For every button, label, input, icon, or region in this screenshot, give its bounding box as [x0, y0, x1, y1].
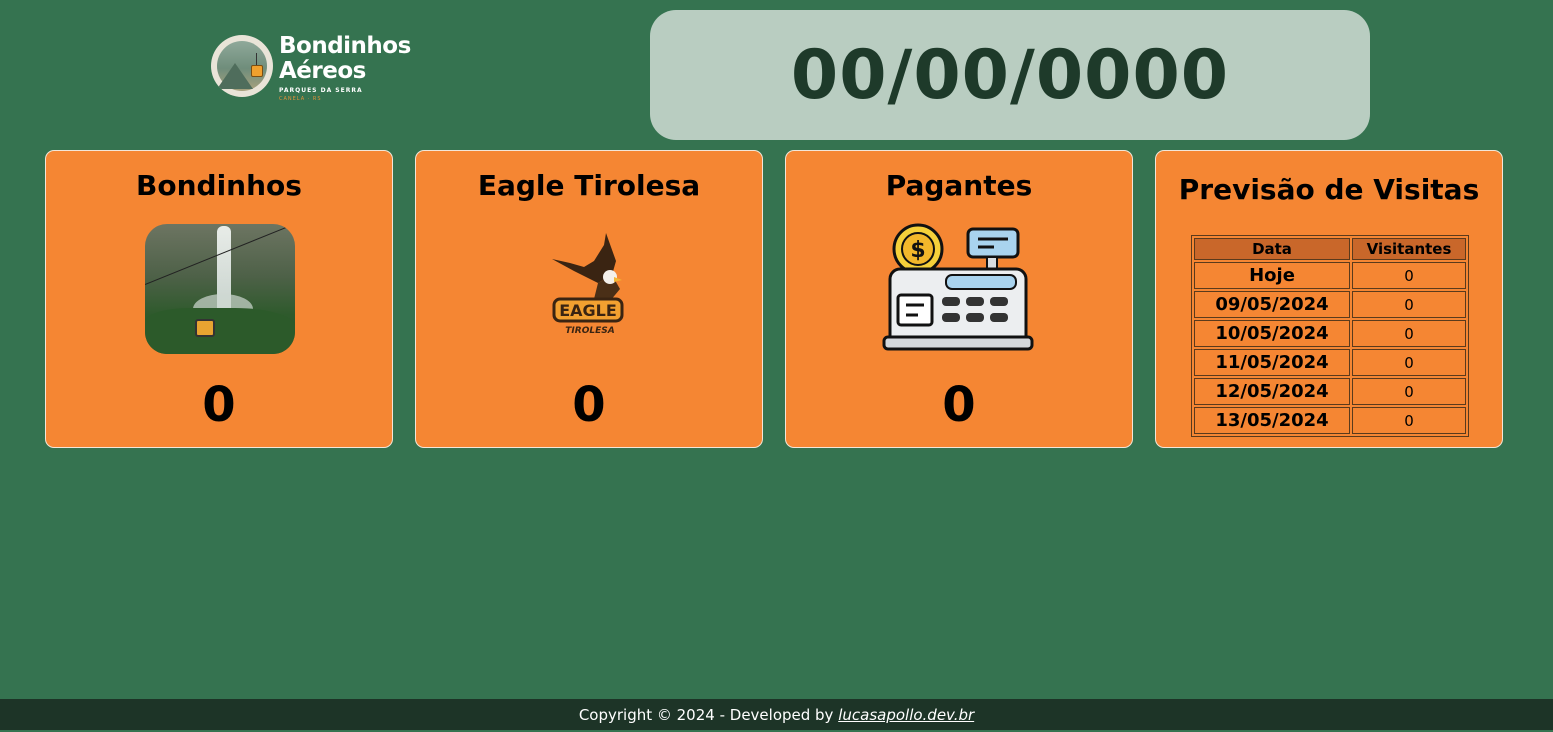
eagle-tirolesa-logo-icon: EAGLE TIROLESA — [552, 233, 624, 336]
row-visitors: 0 — [1352, 378, 1466, 405]
table-row: 12/05/2024 0 — [1194, 378, 1466, 405]
row-visitors: 0 — [1352, 407, 1466, 434]
logo-text-line1: Bondinhos — [279, 33, 411, 59]
svg-text:$: $ — [910, 238, 925, 263]
row-visitors: 0 — [1352, 320, 1466, 347]
svg-text:EAGLE: EAGLE — [559, 301, 617, 320]
footer-developer-link[interactable]: lucasapollo.dev.br — [838, 706, 974, 724]
row-visitors: 0 — [1352, 349, 1466, 376]
table-row: 09/05/2024 0 — [1194, 291, 1466, 318]
row-date: 09/05/2024 — [1194, 291, 1350, 318]
footer: Copyright © 2024 - Developed by lucasapo… — [0, 699, 1553, 730]
table-row: 13/05/2024 0 — [1194, 407, 1466, 434]
row-date: 13/05/2024 — [1194, 407, 1350, 434]
logo-text-line4: CANELA · RS — [279, 96, 322, 102]
card-title: Bondinhos — [136, 169, 302, 202]
cash-register-icon: $ — [882, 223, 1034, 351]
footer-text: Copyright © 2024 - Developed by — [578, 706, 839, 724]
forecast-title: Previsão de Visitas — [1178, 173, 1480, 206]
card-bondinhos: Bondinhos 0 — [45, 150, 393, 448]
column-header-date: Data — [1194, 238, 1350, 260]
row-date: Hoje — [1194, 262, 1350, 289]
logo: Bondinhos Aéreos PARQUES DA SERRA CANELA… — [211, 34, 441, 106]
row-date: 11/05/2024 — [1194, 349, 1350, 376]
logo-emblem-icon — [211, 35, 273, 97]
row-date: 12/05/2024 — [1194, 378, 1350, 405]
date-display-value: 00/00/0000 — [790, 35, 1230, 115]
card-pagantes: Pagantes $ 0 — [785, 150, 1133, 448]
row-visitors: 0 — [1352, 291, 1466, 318]
column-header-visitors: Visitantes — [1352, 238, 1466, 260]
card-value: 0 — [202, 377, 236, 433]
card-title: Eagle Tirolesa — [477, 169, 701, 202]
date-display: 00/00/0000 — [650, 10, 1370, 140]
svg-text:TIROLESA: TIROLESA — [565, 326, 614, 336]
card-forecast: Previsão de Visitas Data Visitantes Hoje… — [1155, 150, 1503, 448]
logo-text-line2: Aéreos — [279, 58, 366, 84]
table-row: Hoje 0 — [1194, 262, 1466, 289]
row-visitors: 0 — [1352, 262, 1466, 289]
forecast-table: Data Visitantes Hoje 0 09/05/2024 0 10/0… — [1191, 235, 1469, 437]
row-date: 10/05/2024 — [1194, 320, 1350, 347]
card-value: 0 — [572, 377, 606, 433]
table-header-row: Data Visitantes — [1194, 238, 1466, 260]
card-eagle-tirolesa: Eagle Tirolesa EAGLE TIROLESA 0 — [415, 150, 763, 448]
card-value: 0 — [942, 377, 976, 433]
card-title: Pagantes — [885, 169, 1033, 202]
table-row: 10/05/2024 0 — [1194, 320, 1466, 347]
table-row: 11/05/2024 0 — [1194, 349, 1466, 376]
logo-text-line3: PARQUES DA SERRA — [279, 87, 363, 94]
cable-car-waterfall-photo — [145, 224, 295, 354]
